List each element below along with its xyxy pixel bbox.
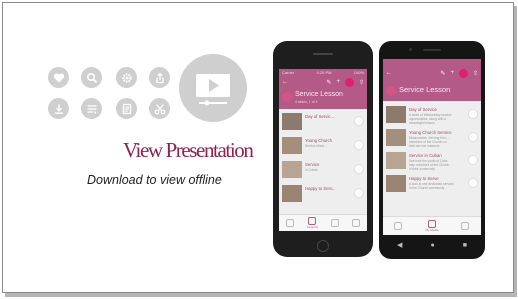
scissors-icon[interactable]	[149, 98, 170, 119]
nav-my-media-label: My Media	[425, 228, 439, 232]
phone-speaker	[423, 49, 441, 51]
thumbnail	[282, 137, 302, 154]
item-title: Service	[305, 162, 320, 167]
download-badge-icon[interactable]	[458, 68, 468, 78]
download-icon[interactable]	[468, 132, 478, 142]
item-title: Service in Cuban	[409, 153, 442, 158]
thumbnail	[386, 175, 406, 192]
status-bar: Carrier 4:20 PM 100%	[282, 70, 364, 75]
status-carrier: Carrier	[282, 70, 295, 75]
bottom-nav: My Media	[383, 216, 481, 235]
edit-icon[interactable]: ✎	[326, 79, 331, 86]
thumbnail	[386, 129, 406, 146]
item-description: A week of Wednesday service opportunitie…	[409, 113, 452, 125]
list-item[interactable]: Happy to Serve A look at one dedicated s…	[383, 173, 481, 195]
feature-subtitle: Download to view offline	[87, 173, 222, 187]
nav-settings-icon[interactable]	[461, 222, 470, 230]
add-icon[interactable]: +	[336, 79, 340, 85]
item-description: See how the youth of Cuba help members o…	[409, 159, 450, 171]
share-icon[interactable]: ⇧	[473, 70, 478, 77]
android-back-icon[interactable]: ◀	[397, 241, 402, 249]
thumbnail	[282, 113, 302, 130]
download-icon[interactable]	[468, 109, 478, 119]
android-system-nav: ◀ ● ■	[383, 239, 481, 251]
share-icon[interactable]	[149, 67, 170, 88]
search-icon[interactable]	[81, 67, 102, 88]
download-badge-icon[interactable]	[344, 77, 354, 87]
back-arrow-icon[interactable]: ←	[282, 79, 288, 85]
item-title: Happy to Serv...	[305, 186, 336, 191]
nav-my-media[interactable]: My Media	[425, 220, 438, 232]
thumbnail	[386, 152, 406, 169]
edit-icon[interactable]: ✎	[440, 70, 445, 77]
list-item[interactable]: Happy to Serv...	[279, 183, 367, 205]
nav-home-icon[interactable]	[285, 219, 294, 227]
android-recents-icon[interactable]: ■	[463, 242, 467, 249]
item-description: in Cuban	[305, 168, 318, 172]
add-icon[interactable]: +	[450, 70, 454, 76]
download-icon[interactable]	[354, 140, 364, 150]
lesson-title: Service Lesson	[295, 91, 343, 98]
lesson-title: Service Lesson	[399, 85, 451, 94]
android-screen: ← ✎ + ⇧ Service Lesson Day of Service A …	[383, 59, 481, 235]
thumbnail	[282, 161, 302, 178]
list-item[interactable]: Young Church Service Missionaries: Servi…	[383, 127, 481, 149]
item-description: Service Missi...	[305, 144, 327, 148]
iphone-mockup: Carrier 4:20 PM 100% ← ✎ + ⇧ Service Les…	[273, 41, 373, 257]
nav-lessons[interactable]: Lessons	[307, 217, 318, 229]
download-icon[interactable]	[354, 116, 364, 126]
list-item[interactable]: Young Church Service Missi...	[279, 135, 367, 157]
phone-camera	[409, 48, 412, 51]
item-title: Day of Servic...	[305, 114, 335, 119]
home-button[interactable]	[317, 240, 329, 252]
nav-lessons-icon	[308, 217, 317, 225]
status-time: 4:20 PM	[316, 70, 332, 75]
nav-home-icon[interactable]	[394, 222, 403, 230]
playlist-icon[interactable]	[81, 98, 102, 119]
play-icon[interactable]	[386, 86, 396, 96]
bottom-nav: Lessons	[279, 214, 367, 231]
list-item[interactable]: Service in Cuban See how the youth of Cu…	[383, 150, 481, 172]
video-player-icon	[179, 54, 247, 122]
item-title: Young Church	[305, 138, 333, 143]
download-icon[interactable]	[468, 155, 478, 165]
thumbnail	[282, 185, 302, 202]
download-icon[interactable]	[354, 164, 364, 174]
thumbnail	[386, 106, 406, 123]
gear-icon[interactable]	[116, 67, 137, 88]
nav-search-icon[interactable]	[331, 219, 340, 227]
play-icon[interactable]	[282, 92, 292, 102]
notes-icon[interactable]	[116, 98, 137, 119]
app-toolbar: ← ✎ + ⇧	[282, 77, 364, 87]
list-item[interactable]: Day of Servic...	[279, 111, 367, 133]
phone-speaker	[313, 53, 333, 55]
item-description: Missionaries: Serving the L... members o…	[409, 136, 450, 148]
app-header: ← ✎ + ⇧ Service Lesson	[383, 59, 481, 101]
list-item[interactable]: Day of Service A week of Wednesday servi…	[383, 104, 481, 126]
android-home-icon[interactable]: ●	[430, 242, 434, 249]
back-arrow-icon[interactable]: ←	[386, 70, 392, 76]
nav-lessons-label: Lessons	[306, 225, 318, 229]
download-icon[interactable]	[354, 188, 364, 198]
app-header: Carrier 4:20 PM 100% ← ✎ + ⇧ Service Les…	[279, 69, 367, 109]
lesson-subtitle: 4 slides, 1 of 4	[295, 100, 318, 104]
item-title: Happy to Serve	[409, 176, 439, 181]
item-title: Day of Service	[409, 107, 437, 112]
item-description: A look at one dedicated servant in the C…	[409, 182, 454, 190]
nav-my-media-icon	[427, 220, 436, 228]
download-icon[interactable]	[468, 178, 478, 188]
download-icon[interactable]	[48, 98, 69, 119]
app-toolbar: ← ✎ + ⇧	[386, 68, 478, 78]
share-icon[interactable]: ⇧	[359, 79, 364, 86]
iphone-screen: Carrier 4:20 PM 100% ← ✎ + ⇧ Service Les…	[279, 69, 367, 231]
heart-icon[interactable]	[48, 67, 69, 88]
nav-settings-icon[interactable]	[352, 219, 361, 227]
item-title: Young Church Service	[409, 130, 452, 135]
slide-frame: View Presentation Download to view offli…	[2, 2, 514, 293]
feature-title: View Presentation	[123, 138, 254, 162]
android-mockup: ← ✎ + ⇧ Service Lesson Day of Service A …	[379, 41, 485, 259]
status-battery: 100%	[353, 70, 364, 75]
list-item[interactable]: Service in Cuban	[279, 159, 367, 181]
